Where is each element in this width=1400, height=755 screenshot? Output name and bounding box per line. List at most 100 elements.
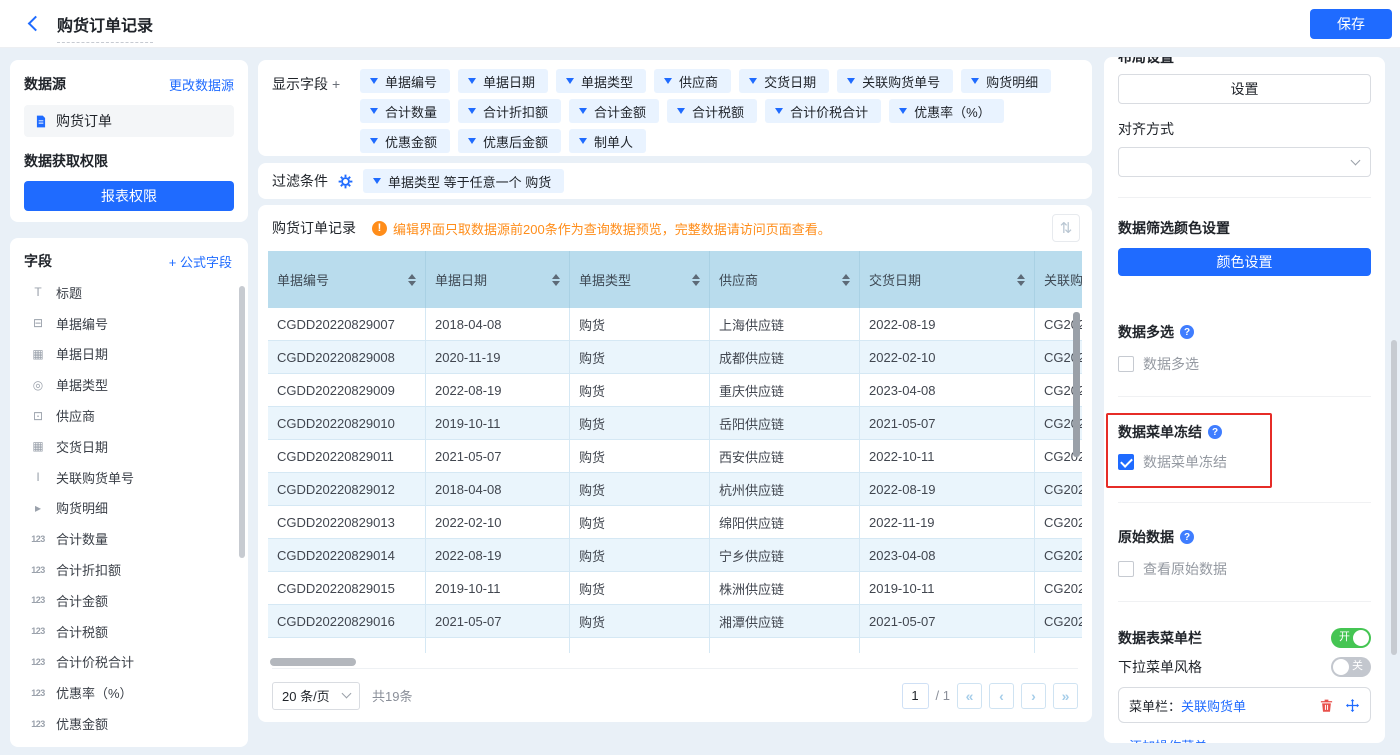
sort-order-button[interactable]: ⇅	[1052, 214, 1080, 242]
display-field-chip[interactable]: 优惠金额	[360, 129, 450, 153]
display-field-chip[interactable]: 购货明细	[961, 69, 1051, 93]
datasource-item[interactable]: 购货订单	[24, 105, 234, 137]
table-row[interactable]: CGDD202208290152019-10-11购货株洲供应链2019-10-…	[268, 572, 1082, 605]
table-row[interactable]: CGDD202208290122018-04-08购货杭州供应链2022-08-…	[268, 473, 1082, 506]
chevron-down-icon	[370, 78, 378, 84]
align-select[interactable]	[1118, 147, 1371, 177]
chip-label: 单据类型	[581, 72, 633, 91]
field-item[interactable]: ▸购货明细	[24, 493, 240, 524]
table-row[interactable]: CGDD202208290072018-04-08购货上海供应链2022-08-…	[268, 308, 1082, 341]
raw-data-title: 原始数据	[1118, 527, 1371, 547]
table-cell: 湘潭供应链	[710, 605, 860, 638]
display-field-chip[interactable]: 合计金额	[569, 99, 659, 123]
field-item[interactable]: ⊡供应商	[24, 400, 240, 431]
fields-scrollbar[interactable]	[239, 286, 245, 558]
display-field-chip[interactable]: 合计折扣额	[458, 99, 561, 123]
datasource-title: 数据源	[24, 74, 66, 94]
help-icon[interactable]	[1180, 325, 1194, 339]
chevron-down-icon	[677, 108, 685, 114]
column-header[interactable]: 单据日期	[426, 251, 570, 308]
field-item[interactable]: 123优惠率（%）	[24, 677, 240, 708]
field-item[interactable]: ◎单据类型	[24, 369, 240, 400]
display-field-chip[interactable]: 单据编号	[360, 69, 450, 93]
column-header[interactable]: 单据编号	[268, 251, 426, 308]
table-row[interactable]: CGDD202208290082020-11-19购货成都供应链2022-02-…	[268, 341, 1082, 374]
fields-card: 字段 + 公式字段 T标题⊟单据编号▦单据日期◎单据类型⊡供应商▦交货日期I关联…	[10, 238, 248, 747]
save-button[interactable]: 保存	[1310, 9, 1392, 39]
page-scrollbar[interactable]	[1391, 340, 1397, 655]
freeze-checkbox[interactable]	[1118, 454, 1134, 470]
field-item[interactable]: ⊟单据编号	[24, 308, 240, 339]
field-item[interactable]: T标题	[24, 277, 240, 308]
raw-data-checkbox-row[interactable]: 查看原始数据	[1118, 559, 1371, 579]
page-number-input[interactable]: 1	[902, 683, 929, 709]
field-item[interactable]: 123合计折扣额	[24, 554, 240, 585]
table-row[interactable]: CGDD202208290112021-05-07购货西安供应链2022-10-…	[268, 440, 1082, 473]
display-field-chip[interactable]: 合计数量	[360, 99, 450, 123]
settings-button[interactable]: 设置	[1118, 74, 1371, 104]
table-cell: CG2022	[1035, 605, 1082, 638]
field-item[interactable]: 123合计数量	[24, 523, 240, 554]
first-page-button[interactable]: «	[957, 683, 982, 709]
field-item[interactable]: 123优惠金额	[24, 708, 240, 739]
display-field-chip[interactable]: 合计价税合计	[765, 99, 881, 123]
add-formula-field-link[interactable]: + 公式字段	[169, 252, 232, 271]
last-page-button[interactable]: »	[1053, 683, 1078, 709]
color-settings-button[interactable]: 颜色设置	[1118, 248, 1371, 276]
display-field-chip[interactable]: 优惠率（%）	[889, 99, 1004, 123]
display-field-chip[interactable]: 合计税额	[667, 99, 757, 123]
gear-icon[interactable]	[338, 174, 353, 189]
chevron-down-icon	[566, 78, 574, 84]
column-header[interactable]: 关联购货	[1035, 251, 1082, 308]
table-cell: 购货	[570, 506, 710, 539]
trash-icon[interactable]	[1319, 698, 1334, 713]
menu-bar-item[interactable]: 菜单栏： 关联购货单	[1118, 687, 1371, 723]
menubar-toggle[interactable]: 开	[1331, 628, 1371, 648]
table-row[interactable]: CGDD202208290132022-02-10购货绵阳供应链2022-11-…	[268, 506, 1082, 539]
next-page-button[interactable]: ›	[1021, 683, 1046, 709]
field-item[interactable]: 123合计税额	[24, 616, 240, 647]
table-row[interactable]: CGDD202208290092022-08-19购货重庆供应链2023-04-…	[268, 374, 1082, 407]
display-field-chip[interactable]: 制单人	[569, 129, 646, 153]
table-row[interactable]: CGDD202208290142022-08-19购货宁乡供应链2023-04-…	[268, 539, 1082, 572]
table-row[interactable]	[268, 638, 1082, 653]
display-field-chip[interactable]: 单据类型	[556, 69, 646, 93]
table-vertical-scrollbar[interactable]	[1073, 312, 1080, 457]
freeze-checkbox-row[interactable]: 数据菜单冻结	[1118, 452, 1260, 472]
dropdown-style-toggle[interactable]: 关	[1331, 657, 1371, 677]
multi-select-checkbox[interactable]	[1118, 356, 1134, 372]
column-header[interactable]: 交货日期	[860, 251, 1035, 308]
display-field-chip[interactable]: 交货日期	[739, 69, 829, 93]
multi-select-checkbox-row[interactable]: 数据多选	[1118, 354, 1371, 374]
field-item[interactable]: ▦单据日期	[24, 339, 240, 370]
back-icon[interactable]	[28, 16, 44, 32]
chip-label: 优惠金额	[385, 132, 437, 151]
report-permission-button[interactable]: 报表权限	[24, 181, 234, 211]
move-icon[interactable]	[1345, 698, 1360, 713]
table-row[interactable]: CGDD202208290102019-10-11购货岳阳供应链2021-05-…	[268, 407, 1082, 440]
help-icon[interactable]	[1180, 530, 1194, 544]
display-field-chip[interactable]: 关联购货单号	[837, 69, 953, 93]
table-cell: 宁乡供应链	[710, 539, 860, 572]
field-label: 优惠金额	[56, 714, 108, 733]
field-item[interactable]: ▦交货日期	[24, 431, 240, 462]
help-icon[interactable]	[1208, 425, 1222, 439]
column-header[interactable]: 单据类型	[570, 251, 710, 308]
display-field-chip[interactable]: 供应商	[654, 69, 731, 93]
table-horizontal-scrollbar[interactable]	[270, 658, 356, 666]
add-action-menu-link[interactable]: + 添加操作菜单	[1118, 736, 1371, 743]
divider	[1118, 197, 1371, 198]
filter-condition-chip[interactable]: 单据类型 等于任意一个 购货	[363, 169, 564, 193]
raw-data-checkbox[interactable]	[1118, 561, 1134, 577]
field-item[interactable]: 123合计价税合计	[24, 647, 240, 678]
display-field-chip[interactable]: 优惠后金额	[458, 129, 561, 153]
table-row[interactable]: CGDD202208290162021-05-07购货湘潭供应链2021-05-…	[268, 605, 1082, 638]
page-size-select[interactable]: 20 条/页	[272, 682, 360, 710]
field-item[interactable]: I关联购货单号	[24, 462, 240, 493]
add-display-field-icon[interactable]: +	[332, 76, 340, 92]
column-header[interactable]: 供应商	[710, 251, 860, 308]
field-item[interactable]: 123合计金额	[24, 585, 240, 616]
prev-page-button[interactable]: ‹	[989, 683, 1014, 709]
display-field-chip[interactable]: 单据日期	[458, 69, 548, 93]
change-datasource-link[interactable]: 更改数据源	[169, 75, 234, 94]
